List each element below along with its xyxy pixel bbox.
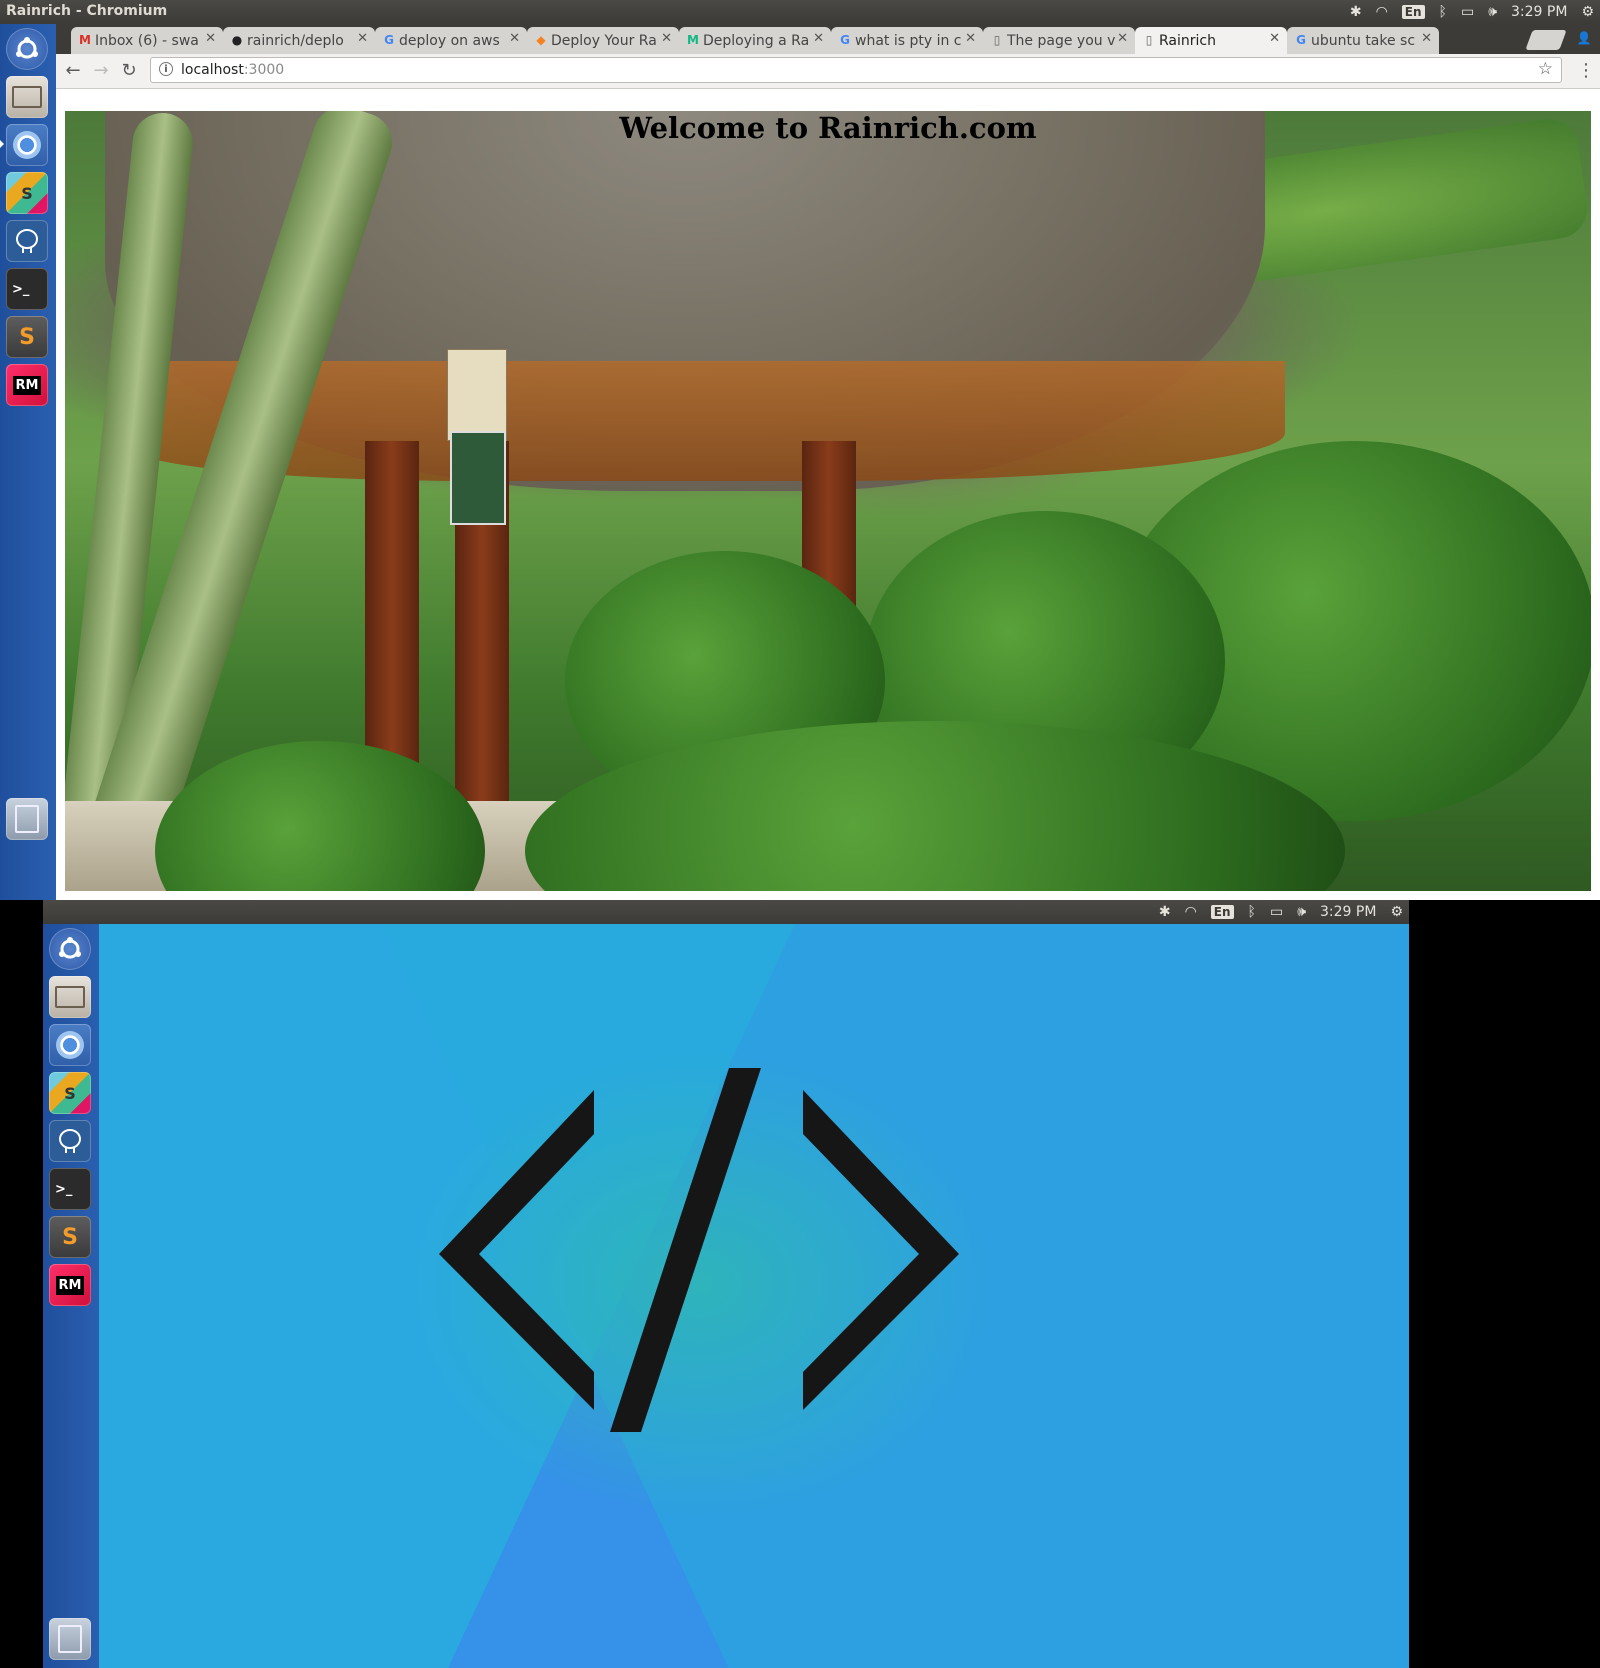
ubuntu-dash-icon[interactable] — [49, 928, 91, 970]
chromium-icon[interactable] — [49, 1024, 91, 1066]
address-bar[interactable]: i localhost:3000 ☆ — [150, 57, 1562, 83]
reload-icon[interactable]: ↻ — [118, 60, 140, 82]
top-panel: ✱ ◠ En ᛒ ▭ 🕪 3:29 PM ⚙ — [43, 900, 1409, 924]
terminal-icon[interactable]: >_ — [6, 268, 48, 310]
bluetooth-icon[interactable]: ᛒ — [1439, 4, 1447, 20]
screen-margin — [1409, 900, 1600, 1668]
chromium-icon[interactable] — [6, 124, 48, 166]
system-tray: ✱ ◠ En ᛒ ▭ 🕪 3:29 PM ⚙ — [1350, 0, 1594, 24]
foreground-plant — [155, 741, 485, 891]
info-icon[interactable]: i — [159, 62, 173, 76]
wifi-icon[interactable]: ◠ — [1376, 4, 1388, 20]
clock[interactable]: 3:29 PM — [1511, 4, 1567, 20]
browser-toolbar: ← → ↻ i localhost:3000 ☆ ⋮ — [56, 54, 1600, 89]
close-icon[interactable]: ✕ — [1117, 31, 1128, 46]
page-viewport: Welcome to Rainrich.com — [56, 89, 1600, 900]
volume-icon[interactable]: 🕪 — [1297, 904, 1306, 920]
files-icon[interactable] — [49, 976, 91, 1018]
top-panel: Rainrich - Chromium ✱ ◠ En ᛒ ▭ 🕪 3:29 PM… — [0, 0, 1600, 24]
trash-icon[interactable] — [6, 798, 48, 840]
slack-icon[interactable]: S — [49, 1072, 91, 1114]
close-icon[interactable]: ✕ — [813, 31, 824, 46]
info-poster — [450, 431, 506, 525]
slack-icon[interactable]: S — [6, 172, 48, 214]
github-icon: ● — [231, 33, 243, 47]
trash-icon[interactable] — [49, 1618, 91, 1660]
desktop-screen: ✱ ◠ En ᛒ ▭ 🕪 3:29 PM ⚙ S >_ S RM — [43, 900, 1409, 1668]
tab-page-you[interactable]: ▯ The page you v ✕ — [983, 27, 1135, 54]
google-icon: G — [384, 33, 394, 47]
rubymine-icon[interactable]: RM — [49, 1264, 91, 1306]
unity-launcher: S >_ S RM — [43, 924, 100, 1668]
gear-icon[interactable]: ⚙ — [1581, 4, 1594, 20]
ubuntu-dash-icon[interactable] — [6, 28, 48, 70]
clock[interactable]: 3:29 PM — [1320, 904, 1376, 920]
volume-icon[interactable]: 🕪 — [1488, 4, 1497, 20]
tab-deploy-your[interactable]: ◆ Deploy Your Ra ✕ — [527, 27, 679, 54]
new-tab-button[interactable] — [1525, 30, 1567, 50]
tab-medium[interactable]: M Deploying a Ra ✕ — [679, 27, 831, 54]
close-icon[interactable]: ✕ — [509, 31, 520, 46]
close-icon[interactable]: ✕ — [357, 31, 368, 46]
desktop-wallpaper — [99, 924, 1409, 1668]
url-text: localhost:3000 — [181, 62, 285, 78]
unity-launcher: S >_ S RM — [0, 24, 57, 900]
forward-arrow-icon[interactable]: → — [90, 60, 112, 82]
keyboard-layout-indicator[interactable]: En — [1401, 5, 1425, 19]
close-icon[interactable]: ✕ — [1269, 31, 1280, 46]
close-icon[interactable]: ✕ — [661, 31, 672, 46]
files-icon[interactable] — [6, 76, 48, 118]
terminal-icon[interactable]: >_ — [49, 1168, 91, 1210]
system-tray: ✱ ◠ En ᛒ ▭ 🕪 3:29 PM ⚙ — [1159, 900, 1403, 924]
battery-icon[interactable]: ▭ — [1461, 4, 1474, 20]
gmail-icon: M — [79, 33, 91, 47]
page-heading: Welcome to Rainrich.com — [619, 111, 1037, 145]
google-icon: G — [1296, 33, 1306, 47]
rubymine-icon[interactable]: RM — [6, 364, 48, 406]
bluetooth-icon[interactable]: ᛒ — [1248, 904, 1256, 920]
page-icon: ▯ — [993, 33, 1001, 47]
tab-inbox[interactable]: M Inbox (6) - swa ✕ — [71, 27, 223, 54]
profile-icon[interactable]: 👤 — [1574, 28, 1594, 48]
medium-icon: M — [687, 33, 699, 47]
network-settings-icon[interactable]: ✱ — [1159, 904, 1171, 920]
gear-icon[interactable]: ⚙ — [1390, 904, 1403, 920]
site-icon: ◆ — [536, 33, 546, 47]
tab-google-pty[interactable]: G what is pty in c ✕ — [831, 27, 983, 54]
sign-board — [447, 349, 507, 441]
pgadmin-elephant-icon[interactable] — [49, 1120, 91, 1162]
bookmark-star-icon[interactable]: ☆ — [1538, 59, 1553, 79]
close-icon[interactable]: ✕ — [205, 31, 216, 46]
back-arrow-icon[interactable]: ← — [62, 60, 84, 82]
battery-icon[interactable]: ▭ — [1270, 904, 1283, 920]
page-icon: ▯ — [1145, 33, 1153, 47]
code-brackets-logo — [409, 1054, 989, 1514]
window-title: Rainrich - Chromium — [6, 3, 168, 19]
hero-image-gazebo-garden: Welcome to Rainrich.com — [65, 111, 1591, 891]
tab-github[interactable]: ● rainrich/deplo ✕ — [223, 27, 375, 54]
sublime-text-icon[interactable]: S — [6, 316, 48, 358]
running-indicator — [0, 140, 4, 148]
tab-google-ubuntu[interactable]: G ubuntu take sc ✕ — [1287, 27, 1439, 54]
close-icon[interactable]: ✕ — [965, 31, 976, 46]
sublime-text-icon[interactable]: S — [49, 1216, 91, 1258]
keyboard-layout-indicator[interactable]: En — [1210, 905, 1234, 919]
tab-strip: M Inbox (6) - swa ✕ ● rainrich/deplo ✕ G… — [56, 24, 1600, 54]
tab-rainrich[interactable]: ▯ Rainrich ✕ — [1135, 27, 1287, 54]
close-icon[interactable]: ✕ — [1421, 31, 1432, 46]
wifi-icon[interactable]: ◠ — [1185, 904, 1197, 920]
network-settings-icon[interactable]: ✱ — [1350, 4, 1362, 20]
google-icon: G — [840, 33, 850, 47]
chromium-screen: Rainrich - Chromium ✱ ◠ En ᛒ ▭ 🕪 3:29 PM… — [0, 0, 1600, 900]
pgadmin-elephant-icon[interactable] — [6, 220, 48, 262]
tab-google-deploy[interactable]: G deploy on aws ✕ — [375, 27, 527, 54]
menu-kebab-icon[interactable]: ⋮ — [1576, 60, 1596, 81]
screen-margin — [0, 900, 43, 1668]
